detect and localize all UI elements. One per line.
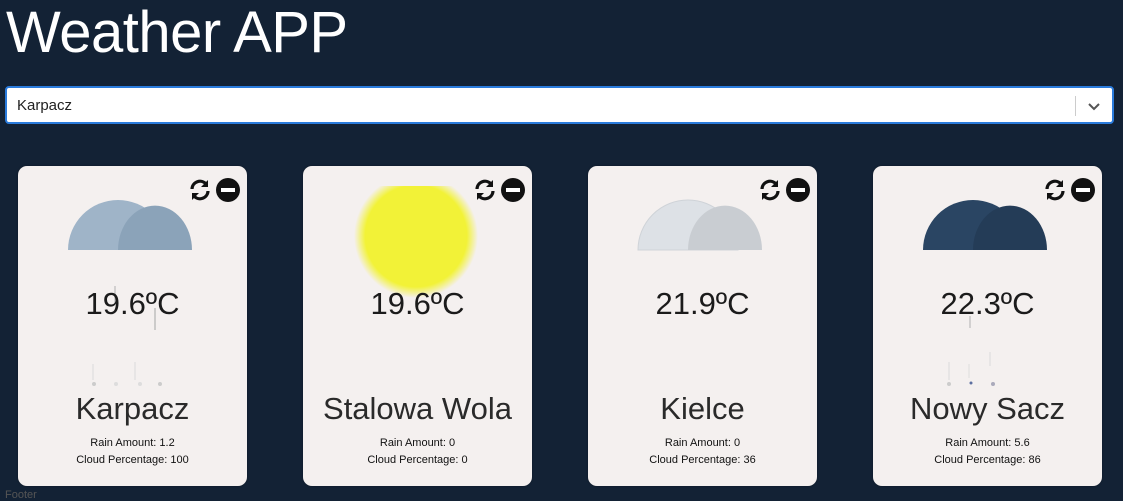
city-name: Stalowa Wola (323, 391, 512, 426)
rain-amount: Rain Amount: 1.2 (90, 437, 175, 449)
rain-amount: Rain Amount: 0 (664, 437, 741, 449)
cloud-percentage: Cloud Percentage: 100 (76, 454, 189, 466)
weather-card: 19.6ºC Stalowa Wola Rain Amount: 0 Cloud… (303, 166, 532, 486)
temperature: 19.6ºC (85, 286, 180, 321)
city-name: Kielce (660, 391, 745, 426)
weather-card: 19.6ºC Karpacz Rain Amount: 1.2 Cloud Pe… (18, 166, 247, 486)
cloud-percentage: Cloud Percentage: 86 (934, 454, 1041, 466)
city-select-value: Karpacz (17, 97, 73, 114)
rain-amount: Rain Amount: 5.6 (945, 437, 1030, 449)
cloud-percentage: Cloud Percentage: 36 (649, 454, 756, 466)
city-name: Karpacz (75, 391, 190, 426)
chevron-down-icon[interactable] (1086, 98, 1102, 114)
footer-text: Footer (5, 489, 37, 501)
weather-card: 22.3ºC Nowy Sacz Rain Amount: 5.6 Cloud … (873, 166, 1102, 486)
weather-card: 21.9ºC Kielce Rain Amount: 0 Cloud Perce… (588, 166, 817, 486)
rain-amount: Rain Amount: 0 (379, 437, 456, 449)
select-separator (1075, 96, 1076, 116)
temperature: 19.6ºC (370, 286, 465, 321)
page-title: Weather APP (6, 0, 348, 65)
city-name: Nowy Sacz (909, 391, 1066, 426)
temperature: 22.3ºC (940, 286, 1035, 321)
cloud-percentage: Cloud Percentage: 0 (367, 454, 468, 466)
temperature: 21.9ºC (655, 286, 750, 321)
city-select[interactable]: Karpacz (5, 86, 1114, 124)
